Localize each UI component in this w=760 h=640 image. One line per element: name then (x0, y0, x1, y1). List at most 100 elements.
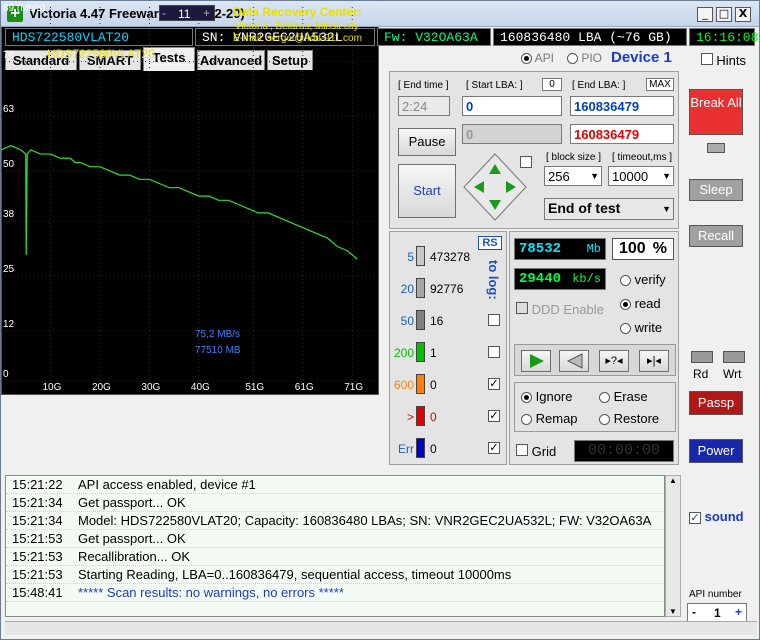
x-tick-label: 61G (294, 382, 314, 393)
stat-swatch (416, 310, 425, 330)
scroll-up-icon: ▲ (669, 476, 677, 485)
end-lba-input[interactable]: 160836479 (570, 96, 674, 116)
end-action-select[interactable]: End of test ▼ (544, 198, 674, 220)
stat-row: 20 92776 (390, 278, 502, 300)
timeout-label: [ timeout,ms ] (612, 152, 673, 163)
action-group: Ignore Erase Remap Restore (514, 382, 676, 432)
transport-bar: ▸?◂ ▸|◂ (514, 344, 676, 376)
mb-display: 78532 Mb (514, 238, 606, 260)
rd-indicator (691, 351, 713, 363)
log-message: Starting Reading, LBA=0..160836479, sequ… (78, 567, 512, 582)
play-button[interactable] (521, 350, 551, 372)
skip-icon: ▸?◂ (605, 355, 623, 367)
grid-timer: 00:00:00 (574, 440, 674, 462)
read-radio[interactable]: read (620, 296, 661, 311)
stat-row: 200 1 (390, 342, 502, 364)
log-checkbox[interactable]: ✓ (488, 442, 500, 454)
y-tick-label: 63 (3, 104, 15, 116)
wrt-indicator (723, 351, 745, 363)
api-radio[interactable]: API (521, 51, 554, 65)
log-time: 15:21:53 (12, 567, 63, 582)
stat-count: 0 (430, 410, 437, 424)
minimize-button[interactable]: _ (697, 7, 713, 22)
hints-checkbox[interactable]: Hints (701, 53, 746, 68)
end-lba-label: [ End LBA: ] (572, 80, 626, 91)
y-tick-label: 12 (3, 318, 15, 330)
restore-radio[interactable]: Restore (599, 411, 659, 426)
x-tick-label: 71G (344, 382, 364, 393)
percent-display: 100 % (612, 238, 674, 260)
wrt-label: Wrt (723, 367, 742, 381)
start-lba-input[interactable]: 0 (462, 96, 562, 116)
stat-row: Err 0 ✓ (390, 438, 502, 460)
erase-radio[interactable]: Erase (599, 389, 648, 404)
api-number-label: API number (689, 589, 742, 600)
log-message: Recallibration... OK (78, 549, 190, 564)
log-checkbox[interactable] (488, 346, 500, 358)
stat-count: 0 (430, 442, 437, 456)
stat-count: 16 (430, 314, 444, 328)
chevron-down-icon: ▼ (662, 204, 671, 214)
log-message: Model: HDS722580VLAT20; Capacity: 160836… (78, 513, 652, 528)
power-button[interactable]: Power (689, 439, 743, 463)
rewind-button[interactable] (559, 350, 589, 372)
direction-pad[interactable] (462, 152, 528, 222)
scale-decrease-button[interactable]: - (162, 6, 166, 20)
log-checkbox[interactable]: ✓ (488, 410, 500, 422)
log-row: 15:48:41 ***** Scan results: no warnings,… (6, 584, 664, 602)
log-row: 15:21:34 Model: HDS722580VLAT20; Capacity… (6, 512, 664, 530)
api-number-spinner[interactable]: - 1 + (687, 603, 747, 623)
scale-increase-button[interactable]: + (203, 6, 210, 20)
start-lba-reset-button[interactable]: 0 (542, 78, 562, 91)
ignore-radio[interactable]: Ignore (521, 389, 573, 404)
log-checkbox[interactable] (488, 314, 500, 326)
stat-swatch (416, 278, 425, 298)
block-size-select[interactable]: 256 ▼ (544, 166, 602, 186)
stat-swatch (416, 374, 425, 394)
end-time-field[interactable]: 2:24 (398, 96, 450, 116)
banner-location: 'Victoria', Belarus, Minsk city (233, 21, 359, 32)
log-row: 15:21:53 Starting Reading, LBA=0..1608364… (6, 566, 664, 584)
remap-radio[interactable]: Remap (521, 411, 578, 426)
pio-radio[interactable]: PIO (567, 51, 602, 65)
device-label: Device 1 (611, 49, 672, 66)
end-button[interactable]: ▸|◂ (639, 350, 669, 372)
back-icon (566, 353, 583, 369)
api-increase-button[interactable]: + (735, 605, 742, 619)
recall-button[interactable]: Recall (689, 225, 743, 247)
stat-label: 20 (400, 282, 414, 296)
stat-swatch (416, 406, 425, 426)
verify-radio[interactable]: verify (620, 272, 666, 287)
scale-spinner[interactable]: - 11 + (159, 5, 215, 21)
skip-button[interactable]: ▸?◂ (599, 350, 629, 372)
pause-button[interactable]: Pause (398, 128, 456, 156)
scroll-down-icon: ▼ (669, 607, 677, 616)
stats-panel: RS to log: 5 473278 20 92776 50 16 200 1 600 0 ✓ >0… (389, 231, 507, 465)
maximize-button[interactable]: □ (716, 7, 732, 22)
sound-checkbox[interactable]: ✓ sound (689, 509, 744, 524)
api-decrease-button[interactable]: - (692, 605, 696, 619)
break-all-button[interactable]: Break All (689, 89, 743, 135)
ddd-enable-checkbox[interactable]: DDD Enable (516, 302, 604, 317)
close-button[interactable]: X (735, 7, 751, 22)
stat-count: 1 (430, 346, 437, 360)
start-button[interactable]: Start (398, 164, 456, 218)
dpad-checkbox[interactable] (520, 156, 532, 168)
block-size-label: [ block size ] (546, 152, 602, 163)
stat-row: 600 0 ✓ (390, 374, 502, 396)
firmware-display: Fw: V32OA63A (377, 28, 491, 46)
passp-button[interactable]: Passp (689, 391, 743, 415)
write-radio[interactable]: write (620, 320, 662, 335)
stat-label: 5 (407, 250, 414, 264)
grid-checkbox[interactable]: Grid (516, 444, 556, 459)
stat-label: 600 (393, 378, 414, 392)
y-tick-label: 0 (3, 369, 9, 380)
timeout-select[interactable]: 10000 ▼ (608, 166, 674, 186)
end-lba-max-button[interactable]: MAX (646, 78, 674, 91)
capacity-display: 160836480 LBA (~76 GB) (493, 28, 687, 46)
log-scrollbar[interactable]: ▲ ▼ (665, 475, 681, 617)
sleep-button[interactable]: Sleep (689, 179, 743, 201)
log-message: API access enabled, device #1 (78, 477, 256, 492)
log-checkbox[interactable]: ✓ (488, 378, 500, 390)
break-indicator (707, 143, 725, 153)
